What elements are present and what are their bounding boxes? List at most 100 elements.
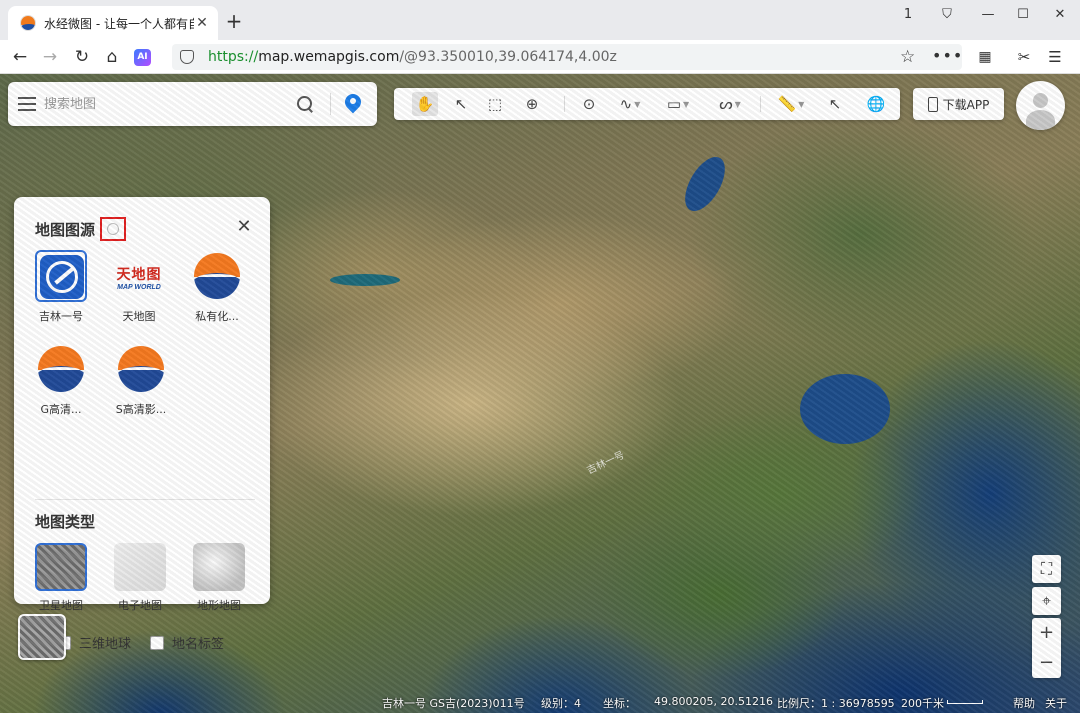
pan-hand-icon[interactable]: ✋ <box>412 92 438 116</box>
forward-arrow-icon[interactable]: → <box>40 47 60 67</box>
bohai-sea <box>800 374 890 444</box>
search-box <box>8 82 377 126</box>
source-settings-icon[interactable] <box>100 217 126 241</box>
checkbox-box[interactable] <box>150 635 164 650</box>
coordinate-label: 坐标： <box>603 697 636 710</box>
attribution: 吉林一号 GS吉(2023)011号 <box>382 697 525 710</box>
browser-toolbar: ← → ↻ ⌂ AI https://map.wemapgis.com/@93.… <box>0 40 1080 74</box>
window-close-button[interactable]: ✕ <box>1048 4 1072 26</box>
menu-icon[interactable]: ☰ <box>1045 47 1065 67</box>
lake-baikal <box>677 150 733 218</box>
map-canvas[interactable]: 吉林一号 ✋ ↖ ⬚ ⊕ ⊙ ∿▼ ▭▼ ᔕ▼ 📏▼ ↖ 🌐 下载APP 地图图… <box>0 74 1080 713</box>
checkbox-box[interactable] <box>57 635 71 650</box>
wemap-logo-mark <box>38 346 84 392</box>
globe-small-icon <box>107 223 119 235</box>
zoom-box-icon[interactable]: ⊕ <box>520 92 544 116</box>
identify-icon[interactable]: ↖ <box>824 92 846 116</box>
marker-icon[interactable]: ⊙ <box>578 92 600 116</box>
grid-icon[interactable]: ▦ <box>975 47 995 67</box>
scale-bar <box>947 700 983 704</box>
checkbox-place-labels[interactable]: 地名标签 <box>150 633 224 652</box>
about-link[interactable]: 关于 <box>1045 695 1067 711</box>
new-tab-button[interactable]: + <box>224 11 244 32</box>
source-tianditu[interactable]: 天地图 MAP WORLD 天地图 <box>104 250 174 324</box>
wemap-logo-mark <box>194 253 240 299</box>
tab-title: 水经微图 - 让每一个人都有自 <box>44 16 194 31</box>
tianditu-logo-cn: 天地图 <box>116 267 162 283</box>
select-icon[interactable]: ↖ <box>450 92 472 116</box>
url-host: map.wemapgis.com <box>258 49 400 65</box>
source-private[interactable]: 私有化... <box>182 250 252 324</box>
globe-icon[interactable]: 🌐 <box>864 92 888 116</box>
tab-count-icon[interactable]: 1 <box>896 4 920 26</box>
locate-icon[interactable]: ⌖ <box>1032 587 1061 615</box>
back-arrow-icon[interactable]: ← <box>10 47 30 67</box>
logo-wave <box>198 274 236 280</box>
source-jilin1[interactable]: 吉林一号 <box>26 250 96 324</box>
search-icon[interactable] <box>296 95 314 113</box>
terrain-thumbnail <box>193 543 245 591</box>
download-app-label: 下载APP <box>942 97 990 112</box>
map-watermark: 吉林一号 <box>585 449 627 477</box>
checkbox-3d-globe[interactable]: 三维地球 <box>57 633 131 652</box>
source-label: G高清... <box>40 403 82 416</box>
logo-orange <box>38 346 84 370</box>
maximize-button[interactable]: ☐ <box>1011 4 1035 26</box>
scissors-icon[interactable]: ✂ <box>1014 47 1034 67</box>
jilin1-logo-mark <box>40 255 84 299</box>
tab-close-icon[interactable]: ✕ <box>194 15 210 31</box>
logo-orange <box>194 253 240 277</box>
logo-wave <box>42 367 80 373</box>
reload-icon[interactable]: ↻ <box>72 47 92 67</box>
home-icon[interactable]: ⌂ <box>102 47 122 67</box>
type-label: 电子地图 <box>118 599 162 612</box>
jilin1-logo <box>35 250 87 302</box>
panel-close-icon[interactable]: ✕ <box>236 218 252 236</box>
type-terrain[interactable]: 地形地图 <box>184 543 254 613</box>
user-avatar[interactable] <box>1016 81 1065 130</box>
type-vector[interactable]: 电子地图 <box>105 543 175 613</box>
help-link[interactable]: 帮助 <box>1013 695 1035 711</box>
divider <box>760 96 761 112</box>
more-icon[interactable]: ••• <box>932 46 963 65</box>
source-label: S高清影... <box>115 403 167 416</box>
shirt-skin-icon[interactable]: ⛉ <box>935 4 959 26</box>
box-select-icon[interactable]: ⬚ <box>484 92 506 116</box>
source-label: 私有化... <box>195 310 239 323</box>
zoom-in-button[interactable]: + <box>1039 618 1054 648</box>
vector-thumbnail <box>114 543 166 591</box>
type-label: 卫星地图 <box>39 599 83 612</box>
zoom-out-button[interactable]: − <box>1039 648 1054 678</box>
hamburger-menu-icon[interactable] <box>18 97 36 111</box>
url-bar[interactable]: https://map.wemapgis.com/@93.350010,39.0… <box>172 44 962 70</box>
download-app-button[interactable]: 下载APP <box>913 88 1004 120</box>
fullscreen-icon[interactable]: ⛶ <box>1032 555 1061 583</box>
tianditu-logo: 天地图 MAP WORLD <box>113 250 165 302</box>
star-icon[interactable]: ☆ <box>900 47 915 67</box>
coordinate-value: 49.800205, 20.51216 <box>654 695 773 708</box>
tianditu-logo-en: MAP WORLD <box>117 284 161 291</box>
route-icon[interactable]: ᔕ ▼ <box>712 92 748 116</box>
basemap-toggle-thumbnail[interactable] <box>18 614 66 660</box>
checkbox-label: 地名标签 <box>172 637 225 652</box>
shield-icon[interactable] <box>180 50 194 64</box>
source-s-hd[interactable]: S高清影... <box>106 343 176 417</box>
measure-icon[interactable]: 📏 ▼ <box>772 92 810 116</box>
polyline-icon[interactable]: ∿ ▼ <box>612 92 648 116</box>
minimize-button[interactable]: — <box>976 4 1000 26</box>
type-label: 地形地图 <box>197 599 241 612</box>
divider <box>35 499 255 500</box>
map-type-title: 地图类型 <box>35 513 96 531</box>
location-pin-icon[interactable] <box>345 94 361 114</box>
ai-icon[interactable]: AI <box>134 49 151 66</box>
browser-tab[interactable]: 水经微图 - 让每一个人都有自 ✕ <box>8 6 218 40</box>
logo-wave <box>122 367 160 373</box>
rectangle-icon[interactable]: ▭ ▼ <box>660 92 696 116</box>
type-satellite[interactable]: 卫星地图 <box>26 543 96 613</box>
tianditu-wordmark: 天地图 MAP WORLD <box>113 264 165 291</box>
search-input[interactable] <box>44 96 296 112</box>
source-google[interactable]: G高清... <box>26 343 96 417</box>
logo-ring <box>46 261 78 293</box>
divider <box>330 93 331 115</box>
zoom-level: 级别：4 <box>541 697 581 710</box>
